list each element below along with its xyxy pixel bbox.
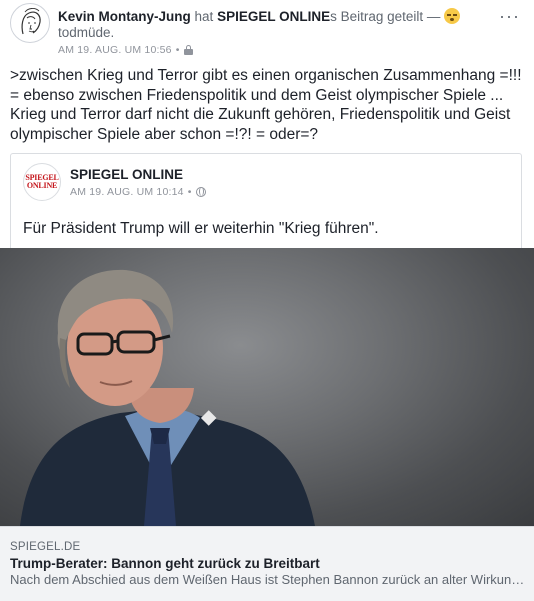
lock-icon[interactable] [183,45,193,55]
post-text: >zwischen Krieg und Terror gibt es einen… [10,67,522,143]
link-domain: SPIEGEL.DE [10,541,81,553]
shared-post-card[interactable]: SPIEGEL ONLINE SPIEGEL ONLINE AM 19. AUG… [10,153,522,248]
link-description: Nach dem Abschied aus dem Weißen Haus is… [10,572,526,587]
globe-icon[interactable] [195,187,206,197]
post-header-line: Kevin Montany-Jung hat SPIEGEL ONLINEs B… [58,8,478,25]
link-preview-image[interactable] [0,248,534,526]
sketch-portrait-icon [21,8,41,35]
shared-page-link[interactable]: SPIEGEL ONLINE [217,9,330,24]
shared-suffix: s Beitrag geteilt — [330,9,441,24]
shared-post-text: Für Präsident Trump will er weiterhin "K… [23,220,379,237]
portrait-photo-illustration [20,269,315,526]
author-avatar[interactable] [10,3,50,43]
link-title[interactable]: Trump-Berater: Bannon geht zurück zu Bre… [10,556,320,571]
post-header: Kevin Montany-Jung hat SPIEGEL ONLINEs B… [0,0,534,62]
shared-page-name[interactable]: SPIEGEL ONLINE [70,167,183,182]
meta-separator: • [175,44,180,56]
shared-meta: AM 19. AUG. UM 10:14 • [70,186,206,198]
post-timestamp[interactable]: AM 19. AUG. UM 10:56 [58,44,172,56]
spiegel-online-logo[interactable]: SPIEGEL ONLINE [23,163,61,201]
feeling-text: todmüde. [58,25,115,40]
link-caption[interactable]: SPIEGEL.DE Trump-Berater: Bannon geht zu… [0,526,534,601]
sleepy-face-icon [444,8,461,24]
logo-line-2: ONLINE [26,181,58,190]
author-name[interactable]: Kevin Montany-Jung [58,9,191,24]
shared-timestamp[interactable]: AM 19. AUG. UM 10:14 [70,186,184,198]
shared-meta-separator: • [187,186,192,198]
more-options-button[interactable]: ··· [499,6,520,27]
post-meta: AM 19. AUG. UM 10:56 • [58,44,193,56]
shared-word: hat [194,9,214,24]
